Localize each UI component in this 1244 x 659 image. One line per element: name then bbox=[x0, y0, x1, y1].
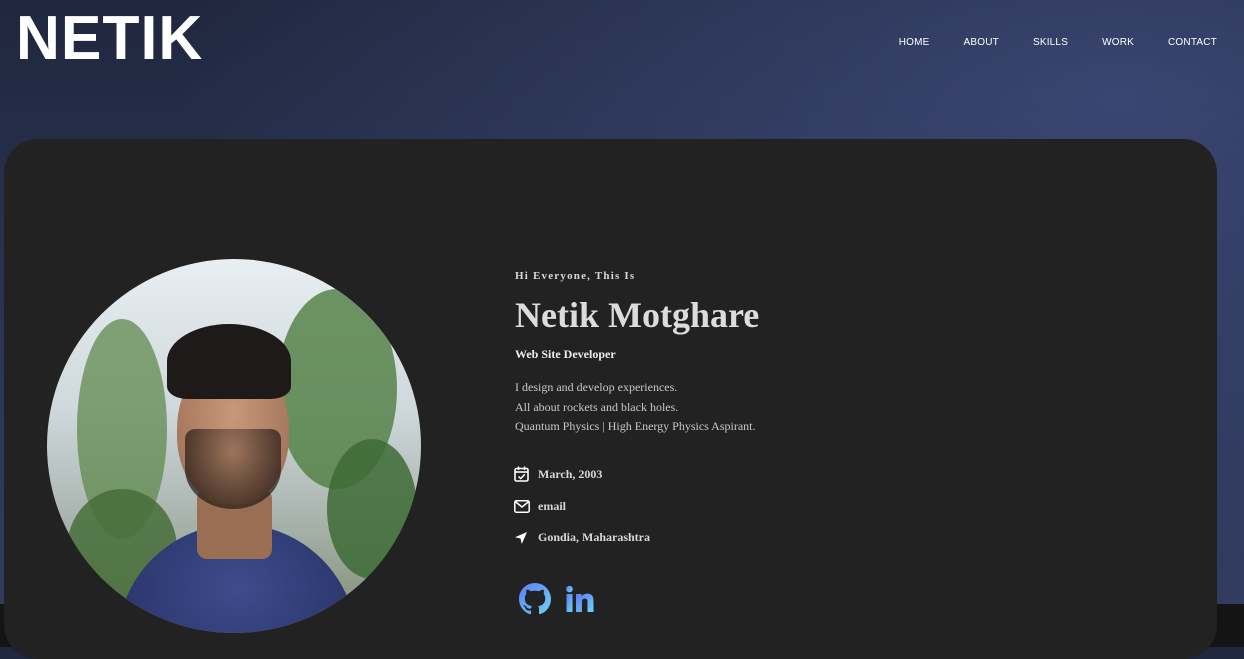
github-link[interactable] bbox=[519, 583, 551, 620]
nav-work[interactable]: WORK bbox=[1102, 37, 1134, 48]
envelope-icon bbox=[514, 500, 530, 513]
nav-home[interactable]: HOME bbox=[899, 37, 930, 48]
info-birth: March, 2003 bbox=[514, 466, 602, 482]
hero-name: Netik Motghare bbox=[515, 295, 760, 335]
email-link[interactable]: email bbox=[538, 499, 566, 514]
profile-photo bbox=[47, 259, 421, 633]
hero-bio: I design and develop experiences. All ab… bbox=[515, 378, 756, 437]
info-email: email bbox=[514, 499, 566, 514]
nav-about[interactable]: ABOUT bbox=[964, 37, 999, 48]
location-arrow-icon bbox=[515, 531, 527, 544]
nav-skills[interactable]: SKILLS bbox=[1033, 37, 1068, 48]
social-links bbox=[519, 583, 597, 620]
calendar-check-icon bbox=[514, 466, 529, 482]
intro-block: Hi Everyone, This Is Netik Motghare Web … bbox=[515, 270, 759, 433]
github-icon bbox=[519, 583, 551, 615]
nav-contact[interactable]: CONTACT bbox=[1168, 37, 1217, 48]
bio-line: All about rockets and black holes. bbox=[515, 399, 679, 414]
logo[interactable]: NETIK bbox=[16, 4, 203, 74]
linkedin-link[interactable] bbox=[565, 584, 597, 619]
greeting-text: Hi Everyone, This Is bbox=[515, 270, 636, 282]
location-text: Gondia, Maharashtra bbox=[538, 530, 651, 544]
linkedin-icon bbox=[566, 585, 594, 612]
bio-line: Quantum Physics | High Energy Physics As… bbox=[515, 419, 756, 433]
info-location: Gondia, Maharashtra bbox=[514, 530, 650, 545]
hero-role: Web Site Developer bbox=[515, 347, 616, 361]
main-nav: HOME ABOUT SKILLS WORK CONTACT bbox=[899, 37, 1217, 48]
bio-line: I design and develop experiences. bbox=[515, 380, 678, 394]
birth-date: March, 2003 bbox=[538, 466, 603, 481]
